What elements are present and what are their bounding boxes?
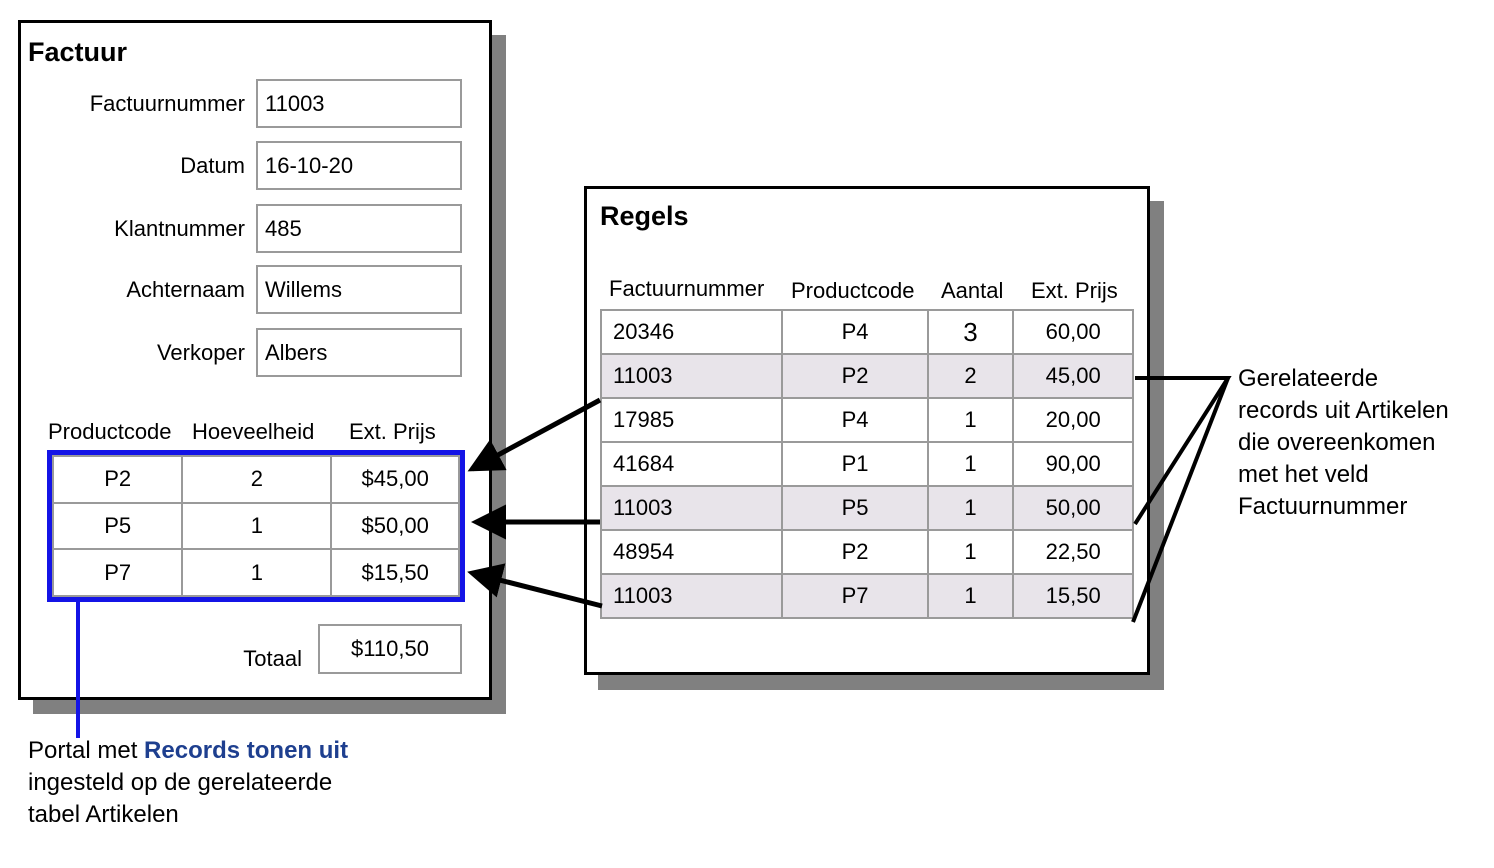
callout-bottom-line: Portal met Records tonen uit [28, 735, 348, 767]
callout-right-line: met het veld [1238, 461, 1369, 488]
callout-right-line: Factuurnummer [1238, 493, 1408, 520]
callout-bottom-line: tabel Artikelen [28, 801, 179, 828]
callout-bottom-prefix: Portal met [28, 737, 145, 764]
callout-right-line: Gerelateerde [1238, 365, 1379, 392]
callout-bottom-highlight: Records tonen uit [144, 737, 349, 764]
callout-bottom: Portal met Records tonen uit ingesteld o… [28, 735, 348, 831]
callout-right: Gerelateerde records uit Artikelen die o… [1238, 363, 1449, 523]
arrow-row-p7 [467, 563, 603, 609]
callout-bottom-line: ingesteld op de gerelateerde [28, 769, 333, 796]
callout-right-line: die overeenkomen [1238, 429, 1436, 456]
callout-right-line: records uit Artikelen [1238, 397, 1449, 424]
arrow-row-p2 [467, 397, 602, 472]
callout-bracket-lower [1131, 377, 1230, 623]
